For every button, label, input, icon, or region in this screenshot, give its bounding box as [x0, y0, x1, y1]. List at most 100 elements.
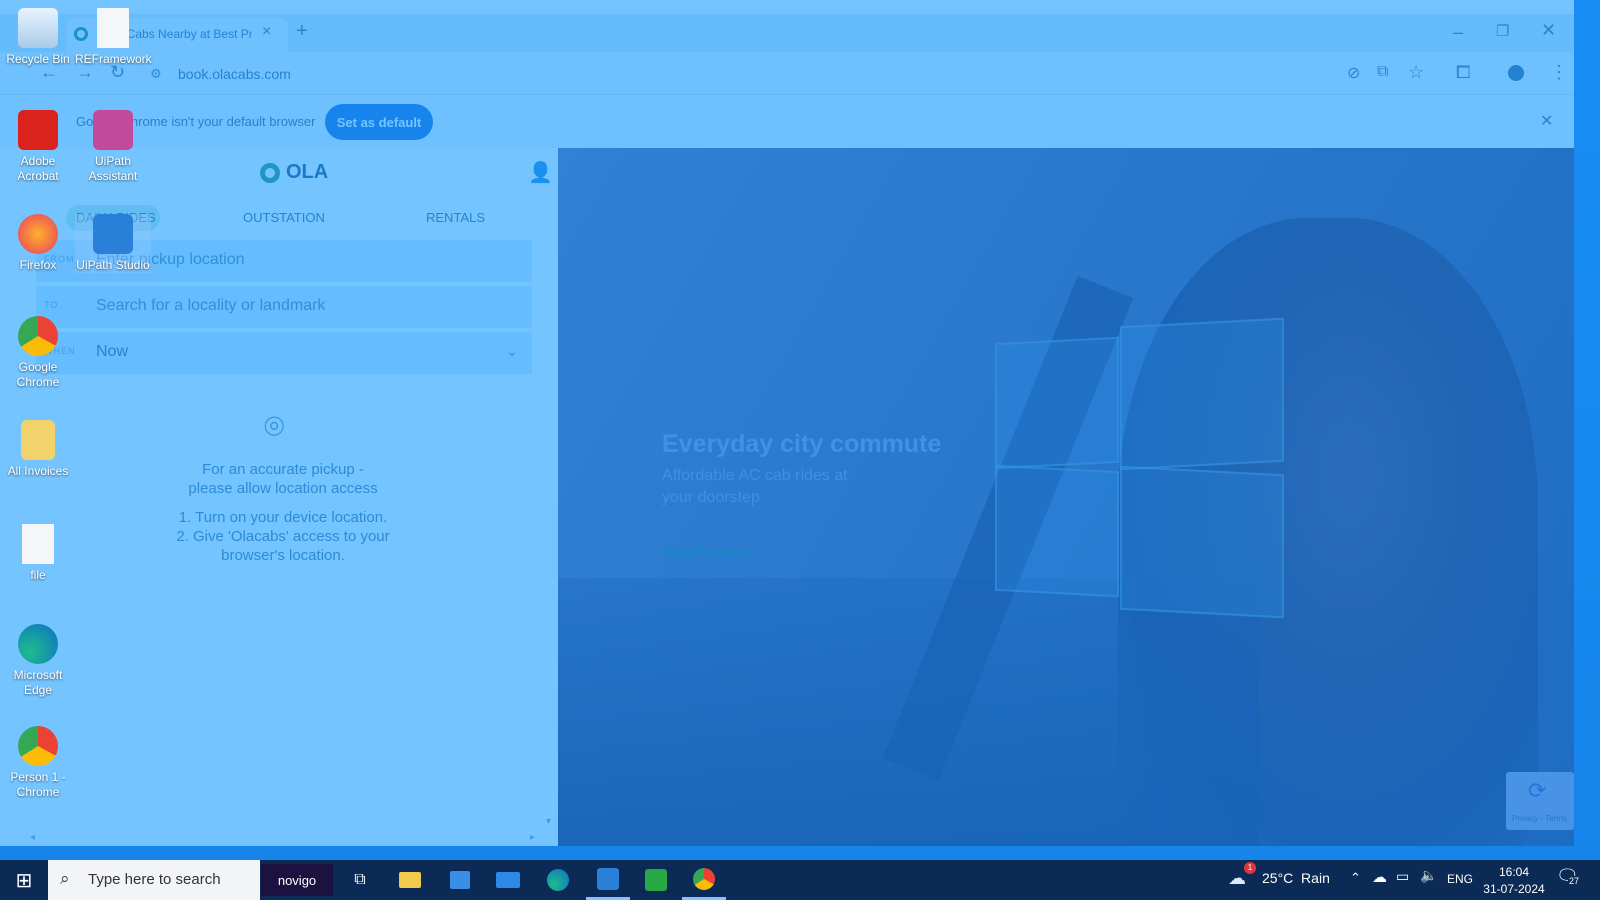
desktop-icon-label: file	[30, 568, 46, 582]
extensions-icon[interactable]: ⧠	[1456, 62, 1470, 83]
file-explorer-icon	[399, 872, 421, 888]
taskbar-mail[interactable]	[486, 860, 530, 900]
edge-icon	[18, 624, 58, 664]
ola-logo-text: OLA	[286, 161, 329, 183]
uipath-assistant-icon	[93, 110, 133, 150]
taskbar-file-explorer[interactable]	[388, 860, 432, 900]
desktop-icon-uipath-studio[interactable]: UiPath Studio	[75, 214, 151, 273]
desktop-icon-firefox[interactable]: Firefox	[0, 214, 76, 273]
language-indicator[interactable]: ENG	[1447, 872, 1473, 886]
location-pin-icon: ⌾	[264, 408, 285, 446]
folder-icon	[21, 420, 55, 460]
recycle-bin-icon	[18, 8, 58, 48]
desktop-icon-label: Google Chrome	[16, 360, 60, 389]
address-bar[interactable]: book.olacabs.com	[178, 66, 291, 82]
user-account-icon[interactable]: 👤	[528, 160, 553, 185]
uipath-studio-icon	[597, 867, 619, 890]
drop-field[interactable]: TO Search for a locality or landmark	[36, 286, 532, 328]
desktop-icon-recycle-bin[interactable]: Recycle Bin	[0, 8, 76, 67]
desktop-icon-google-chrome[interactable]: Google Chrome	[0, 316, 76, 390]
site-info-icon[interactable]: ⚙	[150, 66, 162, 82]
profile-icon[interactable]	[1508, 65, 1524, 81]
location-step-2a: 2. Give 'Olacabs' access to your	[176, 528, 390, 545]
when-select[interactable]: Now	[96, 343, 128, 361]
taskbar-edge[interactable]	[536, 860, 580, 900]
chrome-icon	[18, 316, 58, 356]
menu-kebab-icon[interactable]: ⋮	[1550, 62, 1568, 83]
desktop-icon-adobe-acrobat[interactable]: Adobe Acrobat	[0, 110, 76, 184]
set-as-default-label: Set as default	[336, 114, 422, 130]
chrome-profile-icon	[18, 726, 58, 766]
desktop-icon-file[interactable]: file	[0, 524, 76, 583]
desktop-icon-label: Adobe Acrobat	[17, 154, 59, 183]
file-icon	[22, 524, 54, 564]
window-close-icon[interactable]: ✕	[1541, 20, 1556, 41]
weather-text: 25°C Rain	[1262, 870, 1330, 886]
desktop-icon-microsoft-edge[interactable]: Microsoft Edge	[0, 624, 76, 698]
set-as-default-button[interactable]: Set as default	[325, 104, 433, 140]
chevron-down-icon[interactable]: ⌄	[506, 343, 518, 360]
location-step-1: 1. Turn on your device location.	[178, 509, 388, 526]
file-icon	[97, 8, 129, 48]
clock[interactable]: 16:04 31-07-2024	[1482, 864, 1546, 898]
scroll-down-arrow-icon[interactable]: ▾	[546, 816, 551, 827]
novigo-widget[interactable]: novigo	[261, 864, 333, 896]
ola-logo[interactable]: OLA	[260, 161, 328, 184]
taskbar-chrome[interactable]	[682, 860, 726, 900]
tab-close-icon[interactable]: ×	[262, 23, 271, 41]
search-icon: ⌕	[60, 869, 70, 888]
location-step-2b: browser's location.	[221, 547, 345, 564]
windows-logo-pane-br	[1120, 465, 1284, 619]
eye-off-icon[interactable]: ⊘	[1347, 63, 1360, 83]
onedrive-icon[interactable]: ☁	[1372, 868, 1387, 886]
firefox-icon	[18, 214, 58, 254]
install-app-icon[interactable]: ⧉	[1377, 63, 1388, 81]
taskbar-store[interactable]	[438, 860, 482, 900]
taskbar-uipath-robot[interactable]	[634, 860, 678, 900]
desktop-icon-person1-chrome[interactable]: Person 1 - Chrome	[0, 726, 76, 800]
windows-logo-pane-bl	[995, 464, 1119, 598]
clock-date: 31-07-2024	[1483, 882, 1545, 896]
volume-icon[interactable]: 🔈	[1420, 867, 1437, 884]
recaptcha-text: Privacy - Terms	[1512, 814, 1567, 823]
scroll-left-arrow-icon[interactable]: ◂	[30, 832, 35, 843]
infobar-close-icon[interactable]: ✕	[1540, 111, 1553, 131]
taskbar-search-input[interactable]: Type here to search	[88, 871, 221, 888]
windows-logo-pane-tl	[995, 336, 1119, 470]
desktop-icon-reframework[interactable]: REFramework	[75, 8, 152, 67]
desktop-icon-label: UiPath Studio	[76, 258, 150, 272]
desktop-icon-all-invoices[interactable]: All Invoices	[0, 420, 76, 479]
location-message-line2: please allow location access	[188, 480, 378, 497]
hero-title: Everyday city commute	[662, 430, 942, 458]
show-hidden-icons-icon[interactable]: ⌃	[1350, 870, 1361, 886]
weather-cloud-icon: ☁	[1228, 868, 1246, 888]
location-message: For an accurate pickup - please allow lo…	[138, 460, 428, 565]
desktop-icon-label: Microsoft Edge	[13, 668, 63, 697]
scroll-right-arrow-icon[interactable]: ▸	[530, 832, 535, 843]
network-icon[interactable]: ▭	[1396, 868, 1409, 885]
restore-icon[interactable]: ❐	[1496, 22, 1509, 40]
windows-logo-pane-tr	[1120, 317, 1284, 471]
when-field[interactable]: WHEN Now ⌄	[36, 332, 532, 374]
new-tab-icon[interactable]: +	[296, 20, 308, 43]
ola-logo-icon	[260, 162, 280, 183]
minimize-icon[interactable]: –	[1453, 22, 1463, 43]
task-view-button[interactable]: ⧉	[338, 860, 382, 900]
weather-widget[interactable]: ☁ 1 25°C Rain	[1228, 862, 1330, 889]
edge-icon	[547, 869, 569, 891]
taskbar-search-box[interactable]: ⌕ Type here to search	[48, 860, 260, 900]
start-button[interactable]: ⊞	[2, 860, 46, 900]
mail-icon	[496, 872, 520, 888]
drop-input[interactable]: Search for a locality or landmark	[96, 297, 325, 315]
hero-hashtag: #OlaForWeb	[662, 545, 751, 562]
tab-outstation[interactable]: OUTSTATION	[243, 210, 325, 225]
tab-rentals[interactable]: RENTALS	[426, 210, 485, 225]
desktop-icon-label: REFramework	[75, 52, 152, 66]
recaptcha-badge[interactable]: ⟳ Privacy - Terms	[1506, 772, 1574, 830]
car-interior	[558, 578, 1258, 846]
bookmark-star-icon[interactable]: ☆	[1408, 62, 1424, 83]
taskbar-uipath-studio[interactable]	[586, 860, 630, 900]
desktop-icon-uipath-assistant[interactable]: UiPath Assistant	[75, 110, 151, 184]
notification-center-button[interactable]: 🗨 27	[1556, 866, 1581, 887]
hero-subtitle-2: your doorstep	[662, 489, 760, 506]
